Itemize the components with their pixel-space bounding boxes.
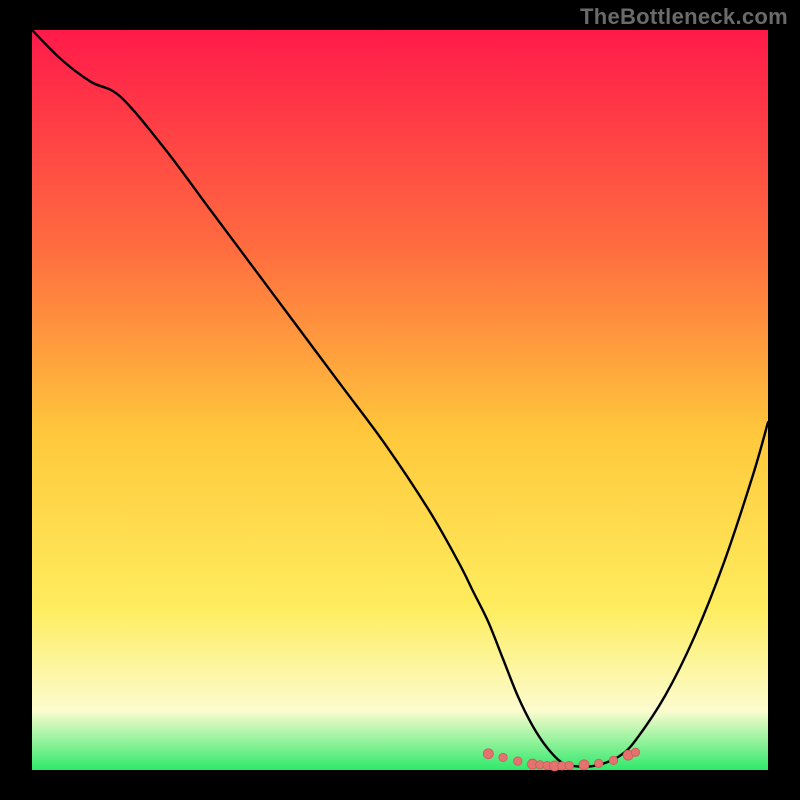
chart-frame: TheBottleneck.com [0,0,800,800]
watermark-text: TheBottleneck.com [580,4,788,30]
optimal-marker [499,753,507,761]
bottleneck-chart [0,0,800,800]
plot-background [32,30,768,770]
optimal-marker [565,761,573,769]
optimal-marker [514,757,522,765]
optimal-marker [595,759,603,767]
optimal-marker [579,760,589,770]
optimal-marker [631,748,639,756]
optimal-marker [609,756,617,764]
optimal-marker [483,749,493,759]
